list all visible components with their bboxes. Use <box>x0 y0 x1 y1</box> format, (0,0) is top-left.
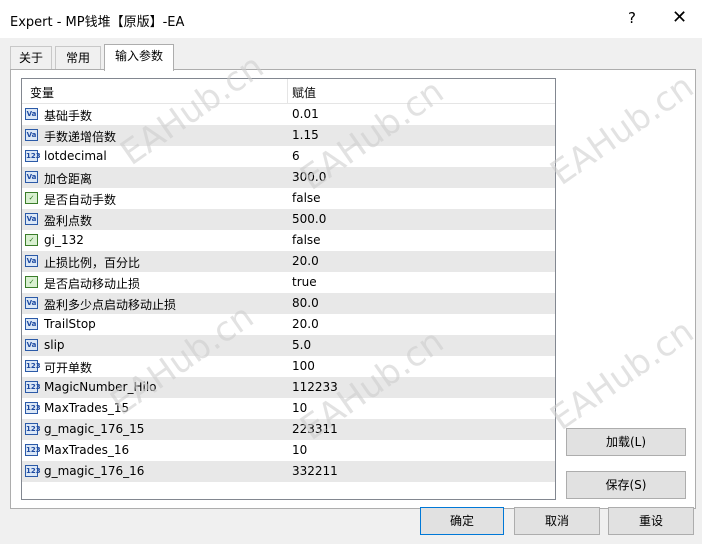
integer-param-icon: 123 <box>25 444 41 456</box>
param-name: MaxTrades_16 <box>44 443 130 457</box>
param-value[interactable]: 300.0 <box>292 170 326 184</box>
param-value[interactable]: 6 <box>292 149 300 163</box>
param-name: g_magic_176_16 <box>44 464 145 478</box>
param-value[interactable]: 1.15 <box>292 128 319 142</box>
param-value[interactable]: 20.0 <box>292 317 319 331</box>
param-name: 可开单数 <box>44 361 93 375</box>
param-name: 盈利点数 <box>44 214 93 228</box>
param-name: 基础手数 <box>44 109 93 123</box>
param-value[interactable]: false <box>292 191 321 205</box>
column-divider <box>287 79 288 103</box>
table-row[interactable]: ✓ gi_132 false <box>22 230 555 251</box>
load-button[interactable]: 加载(L) <box>566 428 686 456</box>
param-value[interactable]: 80.0 <box>292 296 319 310</box>
table-row[interactable]: 123 g_magic_176_16 332211 <box>22 461 555 482</box>
param-name: g_magic_176_15 <box>44 422 145 436</box>
table-header: 变量 赋值 <box>22 79 555 104</box>
ok-button[interactable]: 确定 <box>420 507 504 535</box>
tab-about[interactable]: 关于 <box>10 46 52 69</box>
param-name: MaxTrades_15 <box>44 401 130 415</box>
param-value[interactable]: true <box>292 275 317 289</box>
boolean-param-icon: ✓ <box>25 276 38 288</box>
table-row[interactable]: Va slip 5.0 <box>22 335 555 356</box>
param-value[interactable]: 223311 <box>292 422 338 436</box>
double-param-icon: Va <box>25 213 38 225</box>
table-body: Va 基础手数 0.01 Va 手数递增倍数 1.15 123 lotdecimal 6 Va 加仓… <box>22 104 555 482</box>
integer-param-icon: 123 <box>25 402 41 414</box>
double-param-icon: Va <box>25 297 38 309</box>
param-name: 加仓距离 <box>44 172 93 186</box>
integer-param-icon: 123 <box>25 465 41 477</box>
table-row[interactable]: ✓ 是否启动移动止损 true <box>22 272 555 293</box>
double-param-icon: Va <box>25 339 38 351</box>
param-name: lotdecimal <box>44 149 107 163</box>
param-value[interactable]: 500.0 <box>292 212 326 226</box>
save-button[interactable]: 保存(S) <box>566 471 686 499</box>
table-row[interactable]: 123 可开单数 100 <box>22 356 555 377</box>
double-param-icon: Va <box>25 129 38 141</box>
column-header-variable: 变量 <box>30 86 55 100</box>
tab-inputs[interactable]: 输入参数 <box>104 44 174 71</box>
param-name: gi_132 <box>44 233 84 247</box>
param-name: 盈利多少点启动移动止损 <box>44 298 177 312</box>
cancel-button[interactable]: 取消 <box>514 507 600 535</box>
column-header-value: 赋值 <box>292 86 317 100</box>
param-value[interactable]: 20.0 <box>292 254 319 268</box>
param-name: 是否启动移动止损 <box>44 277 141 291</box>
param-value[interactable]: 112233 <box>292 380 338 394</box>
param-name: slip <box>44 338 65 352</box>
table-row[interactable]: Va TrailStop 20.0 <box>22 314 555 335</box>
param-name: MagicNumber_Hilo <box>44 380 157 394</box>
integer-param-icon: 123 <box>25 360 41 372</box>
title-bar: Expert - MP钱堆【原版】-EA ? ✕ <box>0 0 702 38</box>
param-name: 是否自动手数 <box>44 193 117 207</box>
param-value[interactable]: 0.01 <box>292 107 319 121</box>
table-row[interactable]: ✓ 是否自动手数 false <box>22 188 555 209</box>
table-row[interactable]: 123 MagicNumber_Hilo 112233 <box>22 377 555 398</box>
param-value[interactable]: 5.0 <box>292 338 311 352</box>
param-name: TrailStop <box>44 317 96 331</box>
table-row[interactable]: Va 止损比例，百分比 20.0 <box>22 251 555 272</box>
double-param-icon: Va <box>25 255 38 267</box>
double-param-icon: Va <box>25 318 38 330</box>
param-value[interactable]: 332211 <box>292 464 338 478</box>
window-title: Expert - MP钱堆【原版】-EA <box>10 15 185 30</box>
double-param-icon: Va <box>25 108 38 120</box>
table-row[interactable]: Va 加仓距离 300.0 <box>22 167 555 188</box>
param-value[interactable]: 10 <box>292 443 307 457</box>
help-button[interactable]: ? <box>628 9 636 27</box>
param-name: 手数递增倍数 <box>44 130 117 144</box>
integer-param-icon: 123 <box>25 150 41 162</box>
double-param-icon: Va <box>25 171 38 183</box>
boolean-param-icon: ✓ <box>25 234 38 246</box>
param-name: 止损比例，百分比 <box>44 256 141 270</box>
table-row[interactable]: 123 g_magic_176_15 223311 <box>22 419 555 440</box>
table-row[interactable]: 123 MaxTrades_16 10 <box>22 440 555 461</box>
table-row[interactable]: Va 手数递增倍数 1.15 <box>22 125 555 146</box>
table-row[interactable]: Va 基础手数 0.01 <box>22 104 555 125</box>
table-row[interactable]: Va 盈利多少点启动移动止损 80.0 <box>22 293 555 314</box>
tab-common[interactable]: 常用 <box>55 46 101 69</box>
boolean-param-icon: ✓ <box>25 192 38 204</box>
integer-param-icon: 123 <box>25 381 41 393</box>
table-row[interactable]: 123 lotdecimal 6 <box>22 146 555 167</box>
parameters-table[interactable]: 变量 赋值 Va 基础手数 0.01 Va 手数递增倍数 1.15 123 lotdecima… <box>21 78 556 500</box>
param-value[interactable]: 10 <box>292 401 307 415</box>
table-row[interactable]: Va 盈利点数 500.0 <box>22 209 555 230</box>
reset-button[interactable]: 重设 <box>608 507 694 535</box>
param-value[interactable]: 100 <box>292 359 315 373</box>
integer-param-icon: 123 <box>25 423 41 435</box>
table-row[interactable]: 123 MaxTrades_15 10 <box>22 398 555 419</box>
close-button[interactable]: ✕ <box>672 7 687 28</box>
param-value[interactable]: false <box>292 233 321 247</box>
